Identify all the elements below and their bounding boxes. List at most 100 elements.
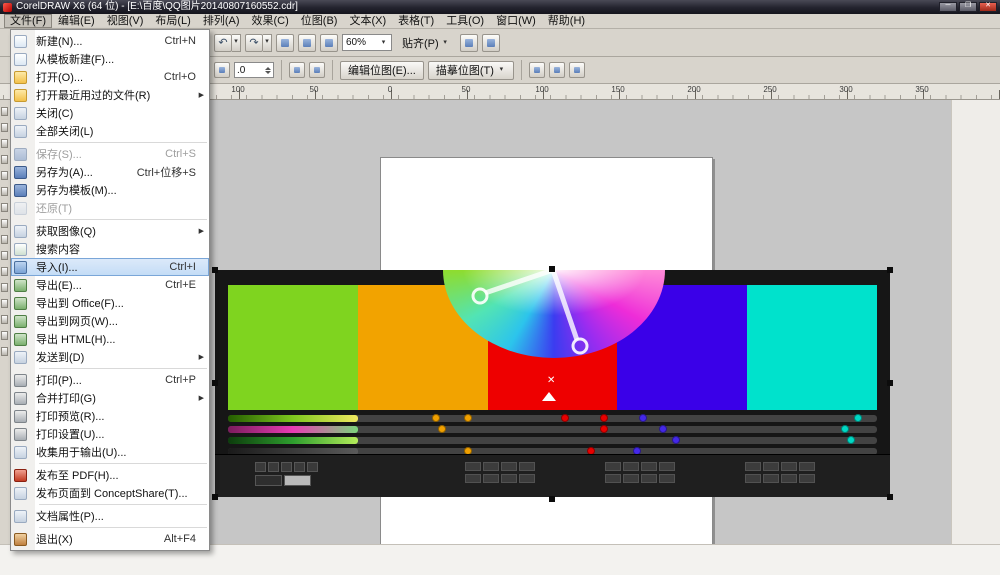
- resample-button[interactable]: [528, 62, 545, 78]
- selection-handle[interactable]: [212, 267, 218, 273]
- snap-caret-icon[interactable]: [441, 36, 450, 50]
- trace-bitmap-button[interactable]: 描摹位图(T): [427, 60, 514, 80]
- menubar-item-1[interactable]: 文件(F): [4, 14, 53, 28]
- slider-handle[interactable]: [464, 414, 473, 422]
- mirror-horizontal-button[interactable]: [289, 62, 305, 78]
- file-menu-item[interactable]: 新建(N)... Ctrl+N: [11, 32, 209, 50]
- application-launcher-button[interactable]: [481, 33, 500, 52]
- file-menu-item[interactable]: 打印设置(U)...: [11, 425, 209, 443]
- toolbox-tool-icon[interactable]: [1, 251, 8, 260]
- options-button[interactable]: [459, 33, 478, 52]
- slider-handle[interactable]: [600, 425, 609, 433]
- placed-bitmap-image[interactable]: ✕: [215, 270, 890, 497]
- file-menu-item[interactable]: 从模板新建(F)...: [11, 50, 209, 68]
- slider-track[interactable]: [228, 414, 877, 422]
- file-menu-item[interactable]: 打开最近用过的文件(R) ▶: [11, 86, 209, 104]
- file-menu-item[interactable]: 获取图像(Q) ▶: [11, 222, 209, 240]
- edit-bitmap-button[interactable]: 编辑位图(E)...: [340, 60, 424, 80]
- slider-handle[interactable]: [431, 414, 440, 422]
- search-content-button[interactable]: [276, 33, 294, 52]
- slider-track[interactable]: [228, 425, 877, 433]
- zoom-level-combo[interactable]: 60%: [342, 34, 392, 51]
- close-button[interactable]: [979, 1, 997, 12]
- import-button[interactable]: [298, 33, 316, 52]
- selection-handle[interactable]: [549, 266, 555, 272]
- slider-handle[interactable]: [671, 436, 680, 444]
- toolbox-tool-icon[interactable]: [1, 187, 8, 196]
- selection-handle[interactable]: [549, 496, 555, 502]
- undo-dropdown-caret-icon[interactable]: [232, 33, 241, 52]
- file-menu-item[interactable]: 导入(I)... Ctrl+I: [11, 258, 209, 276]
- file-menu-item[interactable]: 另存为模板(M)...: [11, 181, 209, 199]
- toolbox-tool-icon[interactable]: [1, 155, 8, 164]
- menubar-item-11[interactable]: 窗口(W): [490, 14, 542, 28]
- file-menu-item[interactable]: 收集用于输出(U)...: [11, 443, 209, 461]
- file-menu-item[interactable]: 导出到网页(W)...: [11, 312, 209, 330]
- slider-handle[interactable]: [639, 414, 648, 422]
- selection-handle[interactable]: [887, 380, 893, 386]
- redo-dropdown-caret-icon[interactable]: [263, 33, 272, 52]
- menubar-item-6[interactable]: 效果(C): [246, 14, 295, 28]
- menubar-item-10[interactable]: 工具(O): [440, 14, 490, 28]
- file-menu-item[interactable]: 退出(X) Alt+F4: [11, 530, 209, 548]
- file-menu-item[interactable]: 打印(P)... Ctrl+P: [11, 371, 209, 389]
- file-menu-item[interactable]: 另存为(A)... Ctrl+位移+S: [11, 163, 209, 181]
- toolbox-tool-icon[interactable]: [1, 315, 8, 324]
- menubar-item-2[interactable]: 编辑(E): [52, 14, 101, 28]
- file-menu-item[interactable]: 打印预览(R)...: [11, 407, 209, 425]
- file-menu-item[interactable]: 导出(E)... Ctrl+E: [11, 276, 209, 294]
- menubar-item-4[interactable]: 布局(L): [149, 14, 196, 28]
- trace-bitmap-caret-icon[interactable]: [497, 63, 506, 77]
- minimize-button[interactable]: [939, 2, 957, 12]
- toolbox-tool-icon[interactable]: [1, 267, 8, 276]
- slider-handle[interactable]: [438, 425, 447, 433]
- toolbox-tool-icon[interactable]: [1, 203, 8, 212]
- selection-handle[interactable]: [212, 494, 218, 500]
- file-menu-item[interactable]: 合并打印(G) ▶: [11, 389, 209, 407]
- maximize-button[interactable]: [959, 1, 977, 12]
- redo-button[interactable]: [245, 33, 263, 52]
- file-menu-item[interactable]: 文档属性(P)...: [11, 507, 209, 525]
- menubar-item-9[interactable]: 表格(T): [392, 14, 440, 28]
- slider-track[interactable]: [228, 436, 877, 444]
- toolbox-tool-icon[interactable]: [1, 123, 8, 132]
- slider-handle[interactable]: [600, 414, 609, 422]
- position-input[interactable]: .0: [234, 62, 274, 78]
- selection-handle[interactable]: [887, 267, 893, 273]
- toolbox-tool-icon[interactable]: [1, 331, 8, 340]
- undo-button[interactable]: [214, 33, 232, 52]
- export-button[interactable]: [320, 33, 338, 52]
- mirror-vertical-button[interactable]: [309, 62, 325, 78]
- straighten-button[interactable]: [568, 62, 585, 78]
- toolbox-tool-icon[interactable]: [1, 283, 8, 292]
- menubar-item-3[interactable]: 视图(V): [101, 14, 150, 28]
- zoom-caret-icon[interactable]: [379, 36, 388, 50]
- slider-handle[interactable]: [561, 414, 570, 422]
- file-menu-item[interactable]: 全部关闭(L): [11, 122, 209, 140]
- snap-to-button[interactable]: 贴齐(P): [396, 33, 456, 53]
- file-menu-item[interactable]: 发布页面到 ConceptShare(T)...: [11, 484, 209, 502]
- file-menu-item[interactable]: 导出到 Office(F)...: [11, 294, 209, 312]
- toolbox-tool-icon[interactable]: [1, 107, 8, 116]
- file-menu-item[interactable]: 关闭(C): [11, 104, 209, 122]
- slider-handle[interactable]: [658, 425, 667, 433]
- crop-button[interactable]: [548, 62, 565, 78]
- file-menu-item[interactable]: 导出 HTML(H)...: [11, 330, 209, 348]
- spinner-arrows-icon[interactable]: [265, 66, 271, 74]
- menubar-item-12[interactable]: 帮助(H): [542, 14, 591, 28]
- toolbox-tool-icon[interactable]: [1, 171, 8, 180]
- file-menu-item[interactable]: 搜索内容: [11, 240, 209, 258]
- selection-handle[interactable]: [212, 380, 218, 386]
- file-menu-item[interactable]: 发送到(D) ▶: [11, 348, 209, 366]
- file-menu-item[interactable]: 发布至 PDF(H)...: [11, 466, 209, 484]
- file-menu-item[interactable]: 打开(O)... Ctrl+O: [11, 68, 209, 86]
- menubar-item-8[interactable]: 文本(X): [343, 14, 392, 28]
- slider-handle[interactable]: [847, 436, 856, 444]
- menubar-item-5[interactable]: 排列(A): [197, 14, 246, 28]
- toolbox-tool-icon[interactable]: [1, 219, 8, 228]
- selection-handle[interactable]: [887, 494, 893, 500]
- menubar-item-7[interactable]: 位图(B): [295, 14, 344, 28]
- toolbox-tool-icon[interactable]: [1, 139, 8, 148]
- toolbox-tool-icon[interactable]: [1, 235, 8, 244]
- slider-handle[interactable]: [840, 425, 849, 433]
